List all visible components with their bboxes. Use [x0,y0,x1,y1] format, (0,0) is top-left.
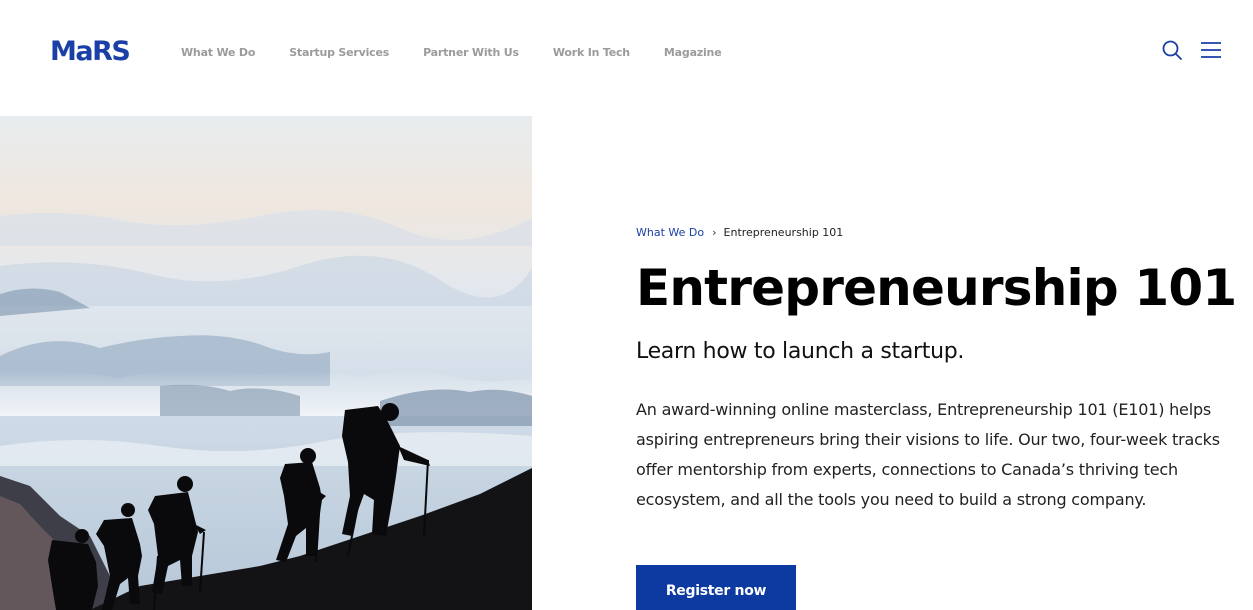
breadcrumb: What We Do › Entrepreneurship 101 [636,226,1236,240]
nav-work-in-tech[interactable]: Work In Tech [553,46,630,59]
search-icon[interactable] [1160,38,1184,62]
register-now-button[interactable]: Register now [636,565,796,610]
nav-magazine[interactable]: Magazine [664,46,722,59]
page-subtitle: Learn how to launch a startup. [636,339,965,364]
nav-startup-services[interactable]: Startup Services [289,46,389,59]
hamburger-menu-icon[interactable] [1199,38,1223,62]
breadcrumb-current: Entrepreneurship 101 [723,226,844,239]
breadcrumb-what-we-do[interactable]: What We Do [636,226,704,240]
page-description: An award-winning online masterclass, Ent… [636,400,1220,509]
mars-logo[interactable]: MaRS [50,36,131,67]
page-title: Entrepreneurship 101 [636,259,1237,317]
chevron-right-icon: › [712,226,717,239]
main-nav: What We Do Startup Services Partner With… [181,46,755,59]
hero-image-hikers [0,116,532,610]
site-header: MaRS What We Do Startup Services Partner… [0,0,1253,106]
nav-what-we-do[interactable]: What We Do [181,46,255,59]
intro-content: What We Do › Entrepreneurship 101 Entrep… [636,226,1237,515]
nav-partner-with-us[interactable]: Partner With Us [423,46,519,59]
